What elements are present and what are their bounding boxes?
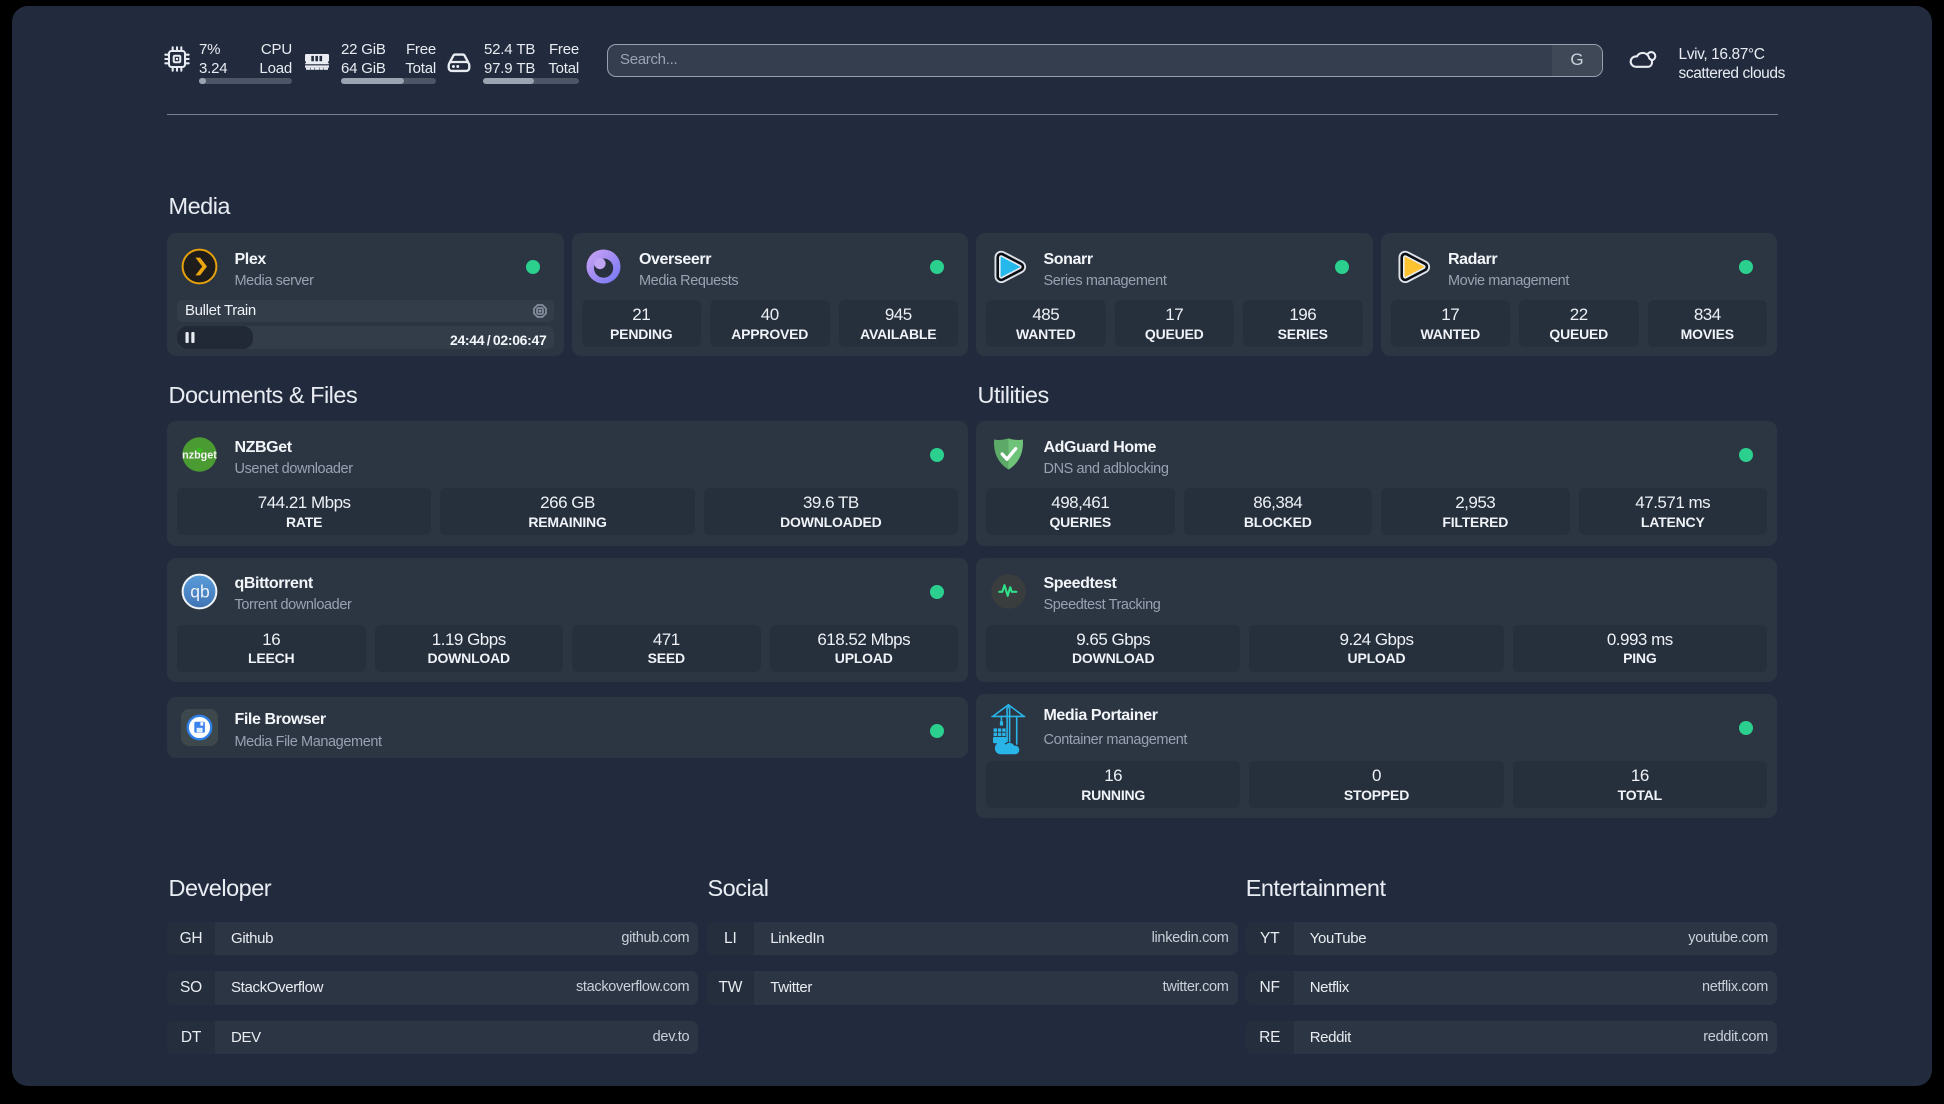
svg-text:qb: qb [190, 581, 209, 601]
svg-text:nzbget: nzbget [182, 450, 217, 462]
